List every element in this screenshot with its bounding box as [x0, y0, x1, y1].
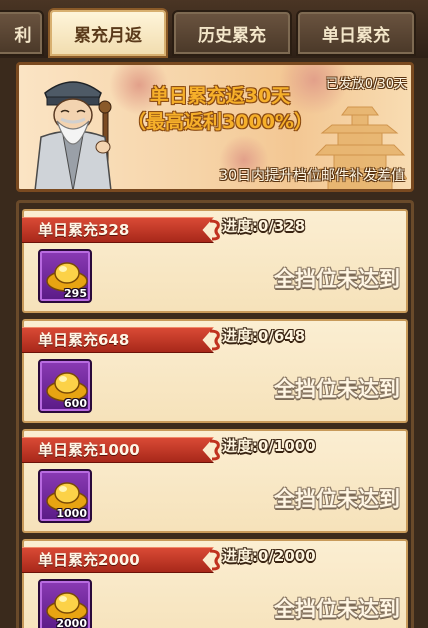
tier-progress: 进度:0/1000 — [222, 437, 316, 455]
tier-card: 单日累充648 进度:0/648 600 全挡位未达到 — [22, 319, 408, 423]
tab-history-recharge[interactable]: 历史累充 — [172, 10, 292, 56]
tier-label: 单日累充2000 — [22, 547, 214, 573]
tab-monthly-return-label: 累充月返 — [74, 25, 142, 46]
issued-days-counter: 已发放0/30天 — [325, 77, 407, 92]
tab-previous-label: 利 — [14, 25, 32, 46]
tier-card: 单日累充2000 进度:0/2000 2000 全挡位未达到 — [22, 539, 408, 628]
tier-progress: 进度:0/328 — [222, 217, 306, 235]
tab-previous[interactable]: 利 — [0, 10, 44, 56]
banner-note: 30日内提升档位邮件补发差值 — [219, 168, 405, 184]
tab-monthly-return[interactable]: 累充月返 — [48, 8, 168, 58]
tier-card: 单日累充328 进度:0/328 295 全挡位未达到 — [22, 209, 408, 313]
tier-progress: 进度:0/2000 — [222, 547, 316, 565]
tier-status: 全挡位未达到 — [274, 487, 400, 511]
tab-daily-recharge-label: 单日累充 — [322, 25, 390, 46]
tier-card: 单日累充1000 进度:0/1000 1000 全挡位未达到 — [22, 429, 408, 533]
tier-progress: 进度:0/648 — [222, 327, 306, 345]
reward-quantity: 600 — [64, 397, 87, 410]
tier-label: 单日累充648 — [22, 327, 214, 353]
scroll-curl-icon — [209, 439, 220, 461]
tab-bar: 利 累充月返 历史累充 单日累充 — [0, 0, 428, 58]
scroll-curl-icon — [209, 549, 220, 571]
promo-banner: 单日累充返30天 （最高返利3000%） 已发放0/30天 30日内提升档位邮件… — [16, 62, 414, 192]
banner-subtitle: （最高返利3000%） — [127, 111, 313, 133]
scroll-curl-icon — [209, 329, 220, 351]
scroll-curl-icon — [209, 219, 220, 241]
reward-quantity: 2000 — [56, 617, 87, 628]
tier-status: 全挡位未达到 — [274, 377, 400, 401]
reward-item-slot[interactable]: 1000 — [38, 469, 92, 523]
tab-history-recharge-label: 历史累充 — [198, 25, 266, 46]
elder-sage-portrait — [34, 81, 112, 189]
tab-daily-recharge[interactable]: 单日累充 — [296, 10, 416, 56]
tier-status: 全挡位未达到 — [274, 597, 400, 621]
reward-item-slot[interactable]: 2000 — [38, 579, 92, 628]
reward-quantity: 295 — [64, 287, 87, 300]
reward-item-slot[interactable]: 600 — [38, 359, 92, 413]
tier-list[interactable]: 单日累充328 进度:0/328 295 全挡位未达到 单日累充648 进度:0… — [16, 200, 414, 628]
tier-label: 单日累充1000 — [22, 437, 214, 463]
tier-label: 单日累充328 — [22, 217, 214, 243]
tier-status: 全挡位未达到 — [274, 267, 400, 291]
reward-item-slot[interactable]: 295 — [38, 249, 92, 303]
reward-quantity: 1000 — [56, 507, 87, 520]
banner-title: 单日累充返30天 — [149, 85, 291, 107]
